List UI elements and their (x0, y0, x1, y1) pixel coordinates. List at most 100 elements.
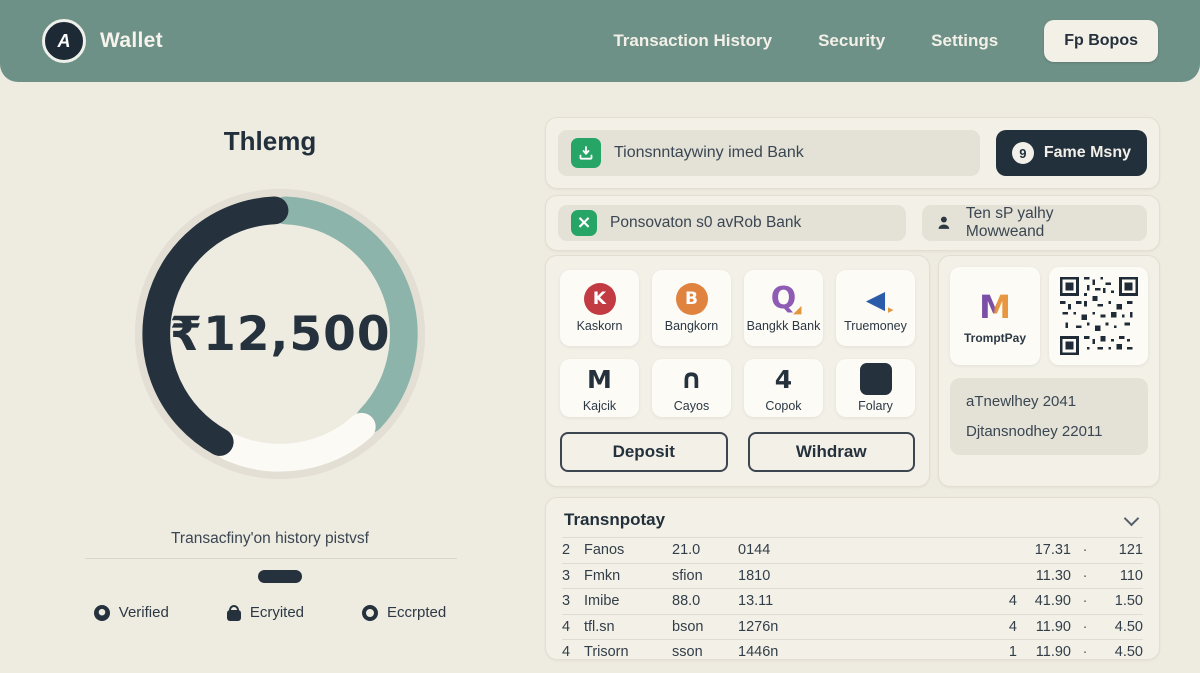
transaction-row[interactable]: 2 Fanos 21.0 0144 17.31 · 121 (562, 537, 1143, 563)
tx-name: Fanos (584, 542, 672, 558)
tx-value: 1.50 (1099, 593, 1143, 609)
payment-method-label: Kajcik (583, 399, 616, 413)
top-header: A Wallet Transaction History Security Se… (0, 0, 1200, 82)
promptpay-tile: M TromptPay (950, 267, 1040, 365)
payment-method-logo-icon: 4 (768, 363, 800, 395)
tray-icon (571, 138, 601, 168)
payment-method-tile[interactable]: ◀ ▸ Truemoney (836, 270, 915, 346)
wallet-actions: Deposit Wihdraw (560, 432, 915, 472)
balance-panel: Thlemg ₹12,500 Transacfiny'on history pi… (0, 82, 540, 673)
qr-code-icon (1060, 277, 1138, 355)
trust-badges: Verified Ecryited Eccrpted (0, 604, 540, 621)
promptpay-logo-icon: M (979, 288, 1011, 326)
transactions-header: Transnpotay (562, 506, 1143, 537)
payment-method-label: Bangkk Bank (747, 319, 821, 333)
nav-item[interactable]: Settings (931, 31, 998, 51)
tx-value: 4.50 (1099, 619, 1143, 635)
profile-button[interactable]: Fp Bopos (1044, 20, 1158, 62)
tx-amount: 11.90 (1017, 619, 1071, 635)
tx-amount: 11.30 (1017, 568, 1071, 584)
transaction-row[interactable]: 3 Imibe 88.0 13.11 4 41.90 · 1.50 (562, 588, 1143, 614)
tx-name: Imibe (584, 593, 672, 609)
nav-item[interactable]: Transaction History (613, 31, 772, 51)
tx-col2: sson (672, 644, 738, 660)
tx-col2: 88.0 (672, 593, 738, 609)
payment-method-logo-icon (860, 363, 892, 395)
tx-index: 4 (562, 619, 584, 635)
fame-button[interactable]: 9 Fame Msny (996, 130, 1147, 176)
payment-method-label: Kaskorn (577, 319, 623, 333)
payment-method-label: Bangkorn (665, 319, 719, 333)
transactions-card: Transnpotay 2 Fanos 21.0 0144 17.31 · 12 (545, 497, 1160, 660)
tx-col2: sfion (672, 568, 738, 584)
tx-col2: 21.0 (672, 542, 738, 558)
pin-badge-icon: 9 (1012, 142, 1034, 164)
payment-methods-grid: K Kaskorn B Bangkorn (560, 270, 915, 417)
payment-method-tile[interactable]: K Kaskorn (560, 270, 639, 346)
drag-handle (258, 570, 302, 583)
secondary-bank-field[interactable]: × Ponsovaton s0 avRob Bank (558, 205, 906, 241)
brand-group: A Wallet (42, 19, 163, 63)
balance-caption: Transacfiny'on history pistvsf (0, 530, 540, 548)
balance-title: Thlemg (0, 126, 540, 157)
tx-qty: 4 (993, 619, 1017, 635)
payment-method-tile[interactable]: B Bangkorn (652, 270, 731, 346)
primary-bank-field[interactable]: Tionsnntaywiny imed Bank (558, 130, 980, 176)
nav-items: Transaction History Security Settings (613, 31, 998, 51)
payment-method-tile[interactable]: Q ◢ Bangkk Bank (744, 270, 823, 346)
person-icon (935, 214, 953, 232)
tx-amount: 17.31 (1017, 542, 1071, 558)
payment-method-tile[interactable]: M Kajcik (560, 359, 639, 417)
transaction-row[interactable]: 3 Fmkn sfion 1810 11.30 · 110 (562, 563, 1143, 589)
payment-method-tile[interactable]: ∩ Cayos (652, 359, 731, 417)
withdraw-button[interactable]: Wihdraw (748, 432, 916, 472)
owner-label: Ten sP yalhy Mowweand (966, 205, 1134, 241)
payment-method-tile[interactable]: 4 Copok (744, 359, 823, 417)
status-badge-label: Verified (119, 604, 169, 621)
tx-separator: · (1071, 644, 1099, 660)
chevron-down-icon[interactable] (1124, 510, 1140, 526)
status-badge: Eccrpted (362, 604, 446, 621)
tx-value: 4.50 (1099, 644, 1143, 660)
status-badge-label: Eccrpted (387, 604, 446, 621)
right-panel: Tionsnntaywiny imed Bank 9 Fame Msny × P… (545, 117, 1160, 673)
wallet-app: A Wallet Transaction History Security Se… (0, 0, 1200, 673)
payment-method-logo-icon: ◀ (860, 283, 892, 315)
primary-bank-card: Tionsnntaywiny imed Bank 9 Fame Msny (545, 117, 1160, 189)
main-nav: Transaction History Security Settings Fp… (613, 20, 1158, 62)
tx-name: Fmkn (584, 568, 672, 584)
tx-col3: 13.11 (738, 593, 850, 609)
tx-index: 2 (562, 542, 584, 558)
status-badge: Verified (94, 604, 169, 621)
tx-value: 110 (1099, 568, 1143, 584)
tx-separator: · (1071, 542, 1099, 558)
promptpay-name: TromptPay (964, 331, 1026, 345)
tx-value: 121 (1099, 542, 1143, 558)
tx-qty: 4 (993, 593, 1017, 609)
transactions-list: 2 Fanos 21.0 0144 17.31 · 121 3 Fmkn (562, 537, 1143, 665)
transaction-row[interactable]: 4 Trisorn sson 1446n 1 11.90 · 4.50 (562, 639, 1143, 665)
award-icon (94, 605, 110, 621)
payment-methods-card: K Kaskorn B Bangkorn (545, 255, 930, 487)
transactions-title: Transnpotay (564, 510, 665, 530)
status-badge: Ecryited (227, 604, 304, 621)
tx-col2: bson (672, 619, 738, 635)
payment-method-logo-icon: B (676, 283, 708, 315)
payment-method-label: Cayos (674, 399, 709, 413)
nav-item[interactable]: Security (818, 31, 885, 51)
logo-accent-icon: ▸ (888, 304, 894, 315)
secondary-bank-label: Ponsovaton s0 avRob Bank (610, 214, 801, 232)
tx-index: 4 (562, 644, 584, 660)
transaction-row[interactable]: 4 tfl.sn bson 1276n 4 11.90 · 4.50 (562, 614, 1143, 640)
app-title: Wallet (100, 29, 163, 53)
tx-separator: · (1071, 593, 1099, 609)
deposit-button[interactable]: Deposit (560, 432, 728, 472)
app-logo-icon: A (42, 19, 86, 63)
payment-method-tile[interactable]: Folary (836, 359, 915, 417)
tx-amount: 41.90 (1017, 593, 1071, 609)
x-icon: × (571, 210, 597, 236)
qr-tile (1049, 267, 1148, 365)
promptpay-info-line: Djtansnodhey 22011 (966, 423, 1132, 440)
logo-accent-icon: ◢ (793, 304, 801, 315)
owner-field[interactable]: Ten sP yalhy Mowweand (922, 205, 1147, 241)
